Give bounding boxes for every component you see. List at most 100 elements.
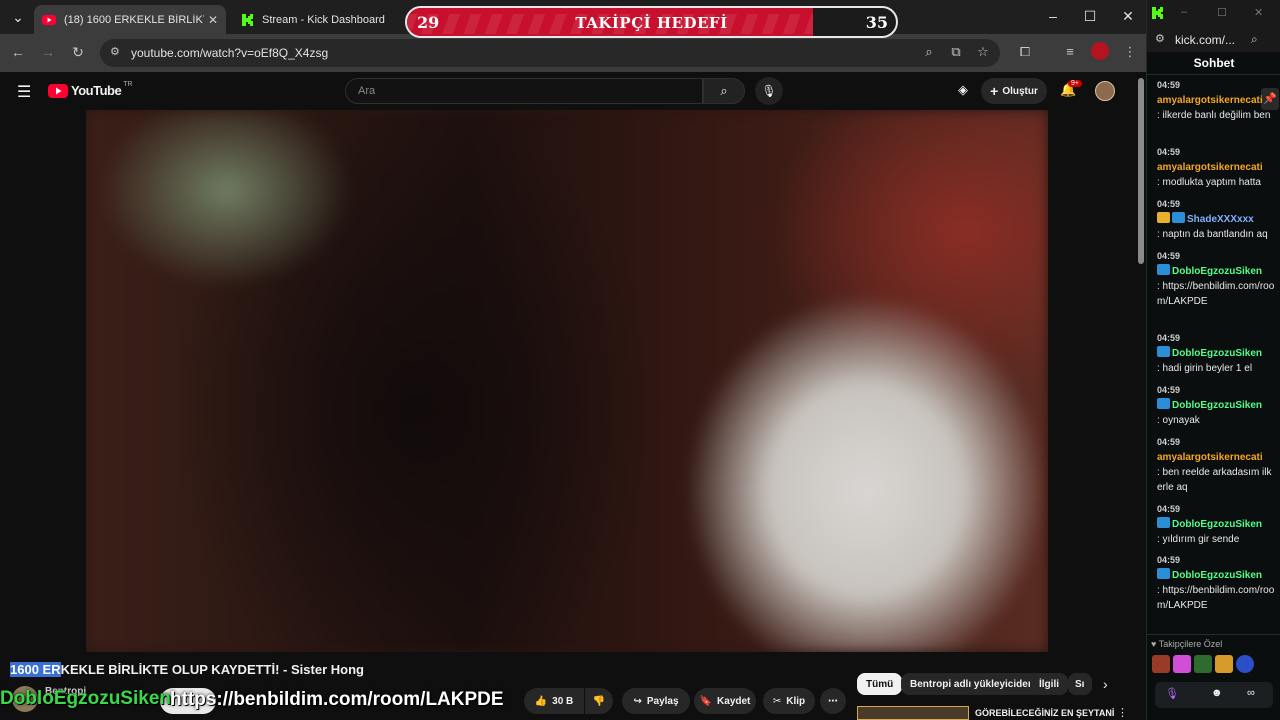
scissors-icon: ✂ bbox=[772, 695, 782, 707]
chat-username[interactable]: ShadeXXXxxx bbox=[1187, 214, 1254, 225]
youtube-header: ☰ YouTube TR Ara ⌕ 🎙 ◈ + Oluştur 🔔 9+ bbox=[0, 72, 1146, 110]
chat-message: 04:59 amyalargotsikernecati: modlukta yap… bbox=[1157, 145, 1277, 190]
chat-message: 04:59 ShadeXXXxxx : naptın da bantlandın a… bbox=[1157, 197, 1277, 242]
followers-only-text: Takipçilere Özel bbox=[1158, 639, 1223, 649]
hamburger-menu-icon[interactable]: ☰ bbox=[17, 82, 31, 102]
chat-timestamp: 04:59 bbox=[1157, 555, 1181, 565]
close-tab-icon[interactable]: ✕ bbox=[208, 13, 218, 27]
chat-username[interactable]: amyalargotsikernecati bbox=[1157, 162, 1263, 173]
chat-username[interactable]: DobloEgzozuSiken bbox=[1172, 519, 1262, 530]
recommended-menu-icon[interactable]: ⋮ bbox=[1117, 706, 1128, 719]
extensions-icon[interactable]: ⧠ bbox=[1016, 44, 1034, 60]
close-window-icon[interactable]: ✕ bbox=[1118, 8, 1138, 25]
maximize-icon[interactable]: ☐ bbox=[1080, 8, 1100, 25]
video-player[interactable] bbox=[86, 110, 1048, 652]
save-button[interactable]: 🔖 Kaydet bbox=[694, 688, 756, 714]
chat-timestamp: 04:59 bbox=[1157, 333, 1181, 343]
more-actions-button[interactable]: ⋯ bbox=[820, 688, 846, 714]
moderator-badge-icon bbox=[1157, 517, 1170, 528]
emote[interactable] bbox=[1173, 655, 1191, 673]
voice-search-button[interactable]: 🎙 bbox=[755, 77, 783, 105]
media-control-icon[interactable]: ≡ bbox=[1061, 44, 1079, 59]
clip-button[interactable]: ✂ Klip bbox=[763, 688, 815, 714]
chat-timestamp: 04:59 bbox=[1157, 199, 1181, 209]
minimize-icon[interactable]: – bbox=[1043, 8, 1063, 24]
back-icon[interactable]: ← bbox=[9, 44, 27, 60]
address-bar[interactable]: ⚙ youtube.com/watch?v=oEf8Q_X4zsg bbox=[100, 39, 1000, 67]
follower-goal-overlay: 29 TAKİPÇİ HEDEFİ 35 bbox=[405, 6, 898, 38]
emote[interactable] bbox=[1236, 655, 1254, 673]
page-scrollbar[interactable] bbox=[1138, 78, 1144, 264]
crown-badge-icon bbox=[1157, 212, 1170, 223]
chat-username[interactable]: amyalargotsikernecati bbox=[1157, 95, 1263, 106]
chat-text: : naptın da bantlandın aq bbox=[1157, 229, 1268, 240]
tab-youtube[interactable]: (18) 1600 ERKEKLE BİRLİKTE OL ✕ bbox=[34, 5, 226, 34]
zoom-icon[interactable]: ⌕ bbox=[1251, 32, 1258, 47]
chat-username[interactable]: DobloEgzozuSiken bbox=[1172, 348, 1262, 359]
site-info-icon[interactable]: ⚙ bbox=[1155, 32, 1165, 45]
search-button[interactable]: ⌕ bbox=[703, 78, 745, 104]
microphone-icon[interactable]: 🎙 bbox=[1165, 687, 1179, 700]
chat-username[interactable]: DobloEgzozuSiken bbox=[1172, 400, 1262, 411]
youtube-play-icon bbox=[48, 83, 68, 98]
reload-icon[interactable]: ↻ bbox=[69, 44, 87, 61]
tab-search-icon[interactable]: ⌄ bbox=[8, 9, 28, 26]
dislike-button[interactable]: 👎 bbox=[585, 688, 613, 714]
chat-message: 04:59 DobloEgzozuSiken: https://benbildim… bbox=[1157, 249, 1277, 309]
chip-from-uploader[interactable]: Bentropi adlı yükleyiciden bbox=[901, 673, 1043, 695]
more-icon: ⋯ bbox=[828, 695, 838, 707]
forward-icon[interactable]: → bbox=[39, 44, 57, 60]
share-icon: ↪ bbox=[633, 695, 642, 707]
emote[interactable] bbox=[1152, 655, 1170, 673]
share-label: Paylaş bbox=[646, 695, 679, 707]
chat-message: 04:59 amyalargotsikernecati : ilkerde banl… bbox=[1157, 78, 1277, 123]
chat-text: : yıldırım gir sende bbox=[1157, 534, 1240, 545]
maximize-icon[interactable]: ☐ bbox=[1217, 6, 1227, 19]
chat-input[interactable]: 🎙 ☻ ∞ bbox=[1155, 682, 1273, 708]
chat-message: 04:59 DobloEgzozuSiken: hadi girin beyler… bbox=[1157, 331, 1277, 376]
kick-address-bar[interactable]: ⚙ kick.com/... ⌕ bbox=[1147, 28, 1280, 52]
goal-title: TAKİPÇİ HEDEFİ bbox=[575, 14, 728, 32]
youtube-logo[interactable]: YouTube TR bbox=[48, 81, 133, 98]
thumbs-up-icon: 👍 bbox=[534, 695, 548, 707]
recommended-thumbnail[interactable] bbox=[857, 706, 969, 720]
close-window-icon[interactable]: ✕ bbox=[1254, 6, 1263, 19]
emote[interactable] bbox=[1215, 655, 1233, 673]
cast-icon[interactable]: ◈ bbox=[958, 82, 968, 98]
create-button[interactable]: + Oluştur bbox=[981, 78, 1047, 104]
clip-label: Klip bbox=[786, 695, 806, 707]
chat-text: : https://benbildim.com/room/LAKPDE bbox=[1157, 281, 1275, 307]
install-icon[interactable]: ⧉ bbox=[947, 44, 965, 60]
minimize-icon[interactable]: – bbox=[1181, 6, 1187, 18]
chip-all[interactable]: Tümü bbox=[857, 673, 903, 695]
chat-message: 04:59 amyalargotsikernecati: ben reelde a… bbox=[1157, 435, 1277, 495]
like-button[interactable]: 👍 30 B bbox=[524, 688, 584, 714]
emoji-icon[interactable]: ☻ bbox=[1211, 687, 1223, 699]
chat-username[interactable]: DobloEgzozuSiken bbox=[1172, 266, 1262, 277]
profile-avatar[interactable] bbox=[1091, 42, 1109, 63]
kick-titlebar: – ☐ ✕ bbox=[1147, 0, 1280, 28]
share-button[interactable]: ↪ Paylaş bbox=[622, 688, 690, 714]
url-text: youtube.com/watch?v=oEf8Q_X4zsg bbox=[131, 46, 329, 60]
zoom-icon[interactable]: ⌕ bbox=[920, 44, 938, 60]
chevron-right-icon[interactable]: › bbox=[1103, 676, 1108, 692]
recommended-title[interactable]: GÖREBİLECEĞİNİZ EN ŞEYTANİ bbox=[975, 708, 1114, 718]
chat-username[interactable]: DobloEgzozuSiken bbox=[1172, 570, 1262, 581]
chip-related[interactable]: İlgili bbox=[1030, 673, 1068, 695]
chat-timestamp: 04:59 bbox=[1157, 80, 1181, 90]
user-avatar[interactable] bbox=[1095, 81, 1115, 101]
chat-username[interactable]: amyalargotsikernecati bbox=[1157, 452, 1263, 463]
emote[interactable] bbox=[1194, 655, 1212, 673]
followers-only-label: ♥ Takipçilere Özel bbox=[1151, 639, 1222, 649]
chat-text: : ilkerde banlı değilim ben bbox=[1157, 110, 1271, 121]
search-input[interactable]: Ara bbox=[345, 78, 703, 104]
chip-more[interactable]: Sı bbox=[1068, 673, 1092, 695]
emote-picker-icon[interactable]: ∞ bbox=[1247, 687, 1255, 699]
bookmark-star-icon[interactable]: ☆ bbox=[974, 44, 992, 60]
browser-menu-icon[interactable]: ⋮ bbox=[1121, 44, 1139, 60]
create-label: Oluştur bbox=[1002, 85, 1038, 97]
plus-icon: + bbox=[990, 83, 999, 99]
moderator-badge-icon bbox=[1157, 568, 1170, 579]
site-info-icon[interactable]: ⚙ bbox=[110, 45, 120, 58]
tab-kick-dashboard[interactable]: Stream - Kick Dashboard bbox=[232, 5, 402, 34]
